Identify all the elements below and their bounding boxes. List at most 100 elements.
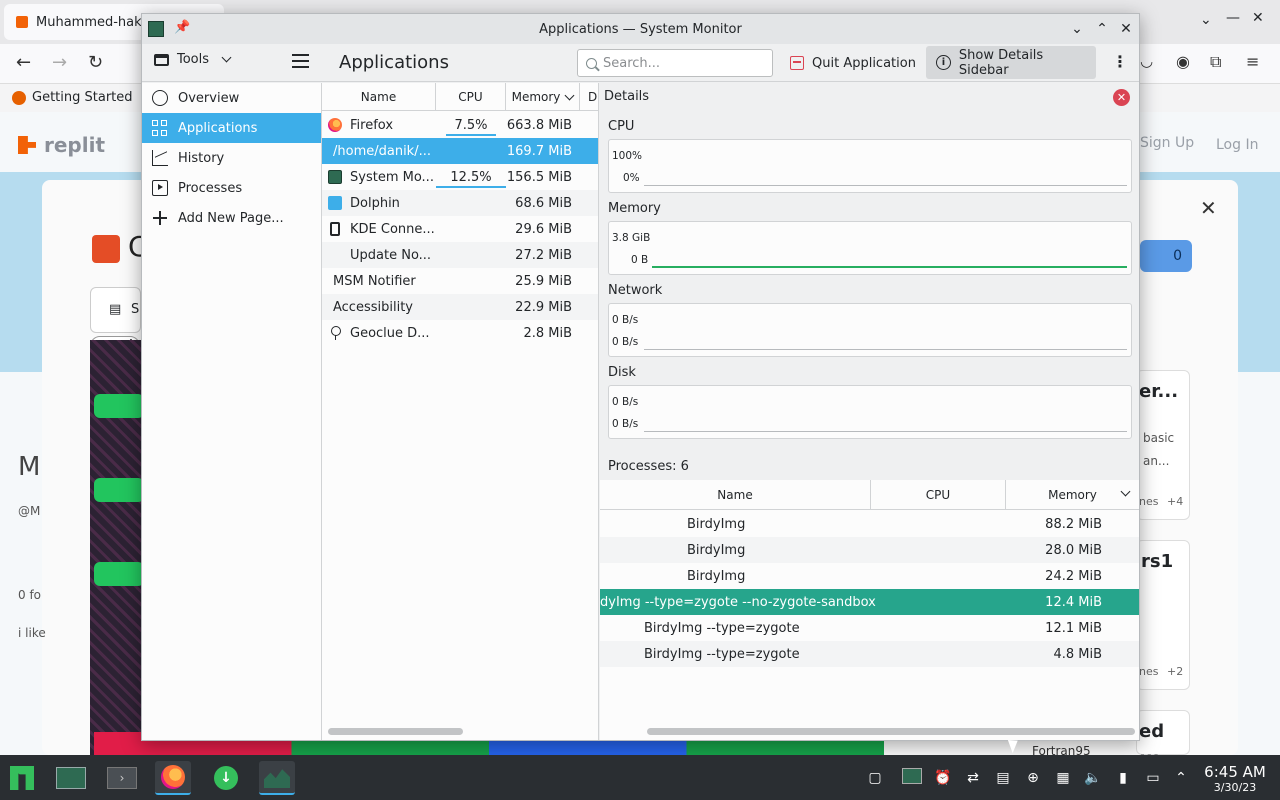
search-input[interactable] <box>603 55 763 71</box>
app-memory: 22.9 MiB <box>515 299 572 315</box>
column-header-label: Name <box>360 90 397 104</box>
tray-expand-icon[interactable]: ⌃ <box>1172 769 1190 787</box>
pocket-icon[interactable]: ◡ <box>1140 52 1153 70</box>
taskbar-desktop-1[interactable] <box>53 761 89 795</box>
sort-descending-icon <box>1120 486 1131 497</box>
log-in-button[interactable]: Log In <box>1216 137 1258 153</box>
file-tab[interactable]: ▤ S <box>90 287 141 333</box>
column-header-label: Name <box>717 488 753 502</box>
blank-app-icon <box>328 248 342 262</box>
window-titlebar[interactable]: 📌 Applications — System Monitor ⌄ ⌃ ✕ <box>142 14 1139 44</box>
sidebar-item-add-new-page[interactable]: Add New Page... <box>142 203 321 233</box>
extensions-icon[interactable]: ⧉ <box>1210 52 1221 72</box>
sidebar-item-history[interactable]: History <box>142 143 321 173</box>
clipboard-icon[interactable]: ▦ <box>1054 769 1072 787</box>
show-desktop-icon[interactable]: ▢ <box>866 769 884 787</box>
table-row[interactable]: MSM Notifier 25.9 MiB <box>322 268 598 294</box>
table-row[interactable]: Update No... 27.2 MiB <box>322 242 598 268</box>
browser-close-icon[interactable]: ✕ <box>1252 10 1264 26</box>
process-row[interactable]: BirdyImg 88.2 MiB <box>600 511 1139 537</box>
sidebar-item-processes[interactable]: Processes <box>142 173 321 203</box>
process-column-cpu[interactable]: CPU <box>871 480 1006 510</box>
more-options-icon[interactable]: ⋮ <box>1112 52 1128 71</box>
hamburger-menu-icon[interactable] <box>292 54 309 68</box>
replit-logo[interactable]: replit <box>18 133 105 157</box>
process-column-name[interactable]: Name <box>600 480 871 510</box>
quit-label: Quit Application <box>812 55 916 71</box>
repl-card[interactable]: rs1 nes +2 <box>1136 540 1190 690</box>
app-memory: 169.7 MiB <box>506 143 572 159</box>
maximize-icon[interactable]: ⌃ <box>1092 19 1112 39</box>
table-row[interactable]: System Mo... 12.5% 156.5 MiB <box>322 164 598 190</box>
network-icon[interactable]: ▭ <box>1144 769 1162 787</box>
repl-card-title: er... <box>1139 381 1179 402</box>
pager-icon[interactable] <box>902 763 922 789</box>
account-icon[interactable]: ◉ <box>1176 52 1190 71</box>
back-icon[interactable]: ← <box>16 52 31 73</box>
process-row[interactable]: BirdyImg --type=zygote 12.1 MiB <box>600 615 1139 641</box>
profile-name-fragment: M <box>18 452 41 482</box>
file-tab-label: S <box>131 302 140 317</box>
process-row[interactable]: BirdyImg 24.2 MiB <box>600 563 1139 589</box>
clock-date: 3/30/23 <box>1213 781 1257 794</box>
table-row[interactable]: Geoclue D... 2.8 MiB <box>322 320 598 346</box>
apps-horizontal-scrollbar[interactable] <box>328 728 463 735</box>
column-header-memory[interactable]: Memory <box>506 83 580 111</box>
app-launcher-button[interactable] <box>4 761 40 795</box>
process-row[interactable]: BirdyImg 28.0 MiB <box>600 537 1139 563</box>
bookmark-getting-started[interactable]: Getting Started <box>12 90 133 105</box>
pin-icon[interactable]: 📌 <box>174 20 190 35</box>
column-header-name[interactable]: Name <box>322 83 436 111</box>
disk-graph: 0 B/s 0 B/s <box>608 385 1132 439</box>
battery-icon[interactable]: ▮ <box>1114 769 1132 787</box>
sidebar-item-applications[interactable]: Applications <box>142 113 321 143</box>
clock[interactable]: 6:45 AM 3/30/23 <box>1198 763 1272 794</box>
search-field[interactable] <box>577 49 773 77</box>
forward-icon[interactable]: → <box>52 52 67 73</box>
notifications-icon[interactable]: ⏰ <box>934 769 952 787</box>
app-cpu: 7.5% <box>454 117 488 133</box>
table-row[interactable]: Firefox 7.5% 663.8 MiB <box>322 112 598 138</box>
browser-menu-icon[interactable]: ≡ <box>1246 52 1259 71</box>
window-close-icon[interactable]: ✕ <box>1116 19 1136 39</box>
browser-tab-list-icon[interactable]: ⌄ <box>1200 12 1212 28</box>
volume-icon[interactable]: 🔈 <box>1084 769 1102 787</box>
browser-minimize-icon[interactable]: — <box>1226 10 1240 26</box>
column-header-cpu[interactable]: CPU <box>436 83 506 111</box>
table-row[interactable]: KDE Conne... 29.6 MiB <box>322 216 598 242</box>
table-row[interactable]: Accessibility 22.9 MiB <box>322 294 598 320</box>
column-header-disk[interactable]: D <box>580 83 598 111</box>
taskbar-desktop-2[interactable]: › <box>104 761 140 795</box>
repl-card[interactable]: er... basic an... nes +4 <box>1136 370 1190 520</box>
app-memory: 2.8 MiB <box>523 325 572 341</box>
process-horizontal-scrollbar[interactable] <box>647 728 1135 735</box>
taskbar-firefox[interactable] <box>155 761 191 795</box>
cpu-graph-min: 0% <box>623 172 640 184</box>
sign-up-button[interactable]: Sign Up <box>1140 135 1194 151</box>
table-row[interactable]: /home/danik/... 169.7 MiB <box>322 138 598 164</box>
firefox-icon <box>328 118 342 132</box>
quit-application-button[interactable]: Quit Application <box>784 49 922 77</box>
search-icon <box>586 57 597 69</box>
sidebar-item-label: Applications <box>178 120 258 136</box>
process-column-memory[interactable]: Memory <box>1006 480 1139 510</box>
memory-graph-max: 3.8 GiB <box>612 232 651 244</box>
reload-icon[interactable]: ↻ <box>88 52 103 73</box>
details-close-icon[interactable]: ✕ <box>1113 89 1130 106</box>
memory-graph: 3.8 GiB 0 B <box>608 221 1132 275</box>
taskbar-downloader[interactable]: ↓ <box>208 761 244 795</box>
taskbar-system-monitor[interactable] <box>259 761 295 795</box>
tools-menu-button[interactable]: Tools <box>154 52 232 67</box>
process-row[interactable]: BirdyImg --type=zygote 4.8 MiB <box>600 641 1139 667</box>
modal-close-icon[interactable]: ✕ <box>1200 196 1217 220</box>
sidebar-item-overview[interactable]: Overview <box>142 83 321 113</box>
update-manager-icon[interactable]: ▤ <box>994 769 1012 787</box>
show-details-sidebar-button[interactable]: i Show Details Sidebar <box>926 46 1096 79</box>
table-row[interactable]: Dolphin 68.6 MiB <box>322 190 598 216</box>
process-row[interactable]: dyImg --type=zygote --no-zygote-sandbox … <box>600 589 1139 615</box>
update-notifier-icon[interactable]: ⊕ <box>1024 769 1042 787</box>
kde-connect-icon[interactable]: ⇄ <box>964 769 982 787</box>
repl-card[interactable]: ed ... <box>1136 710 1190 763</box>
system-monitor-app-icon[interactable] <box>148 21 164 37</box>
minimize-icon[interactable]: ⌄ <box>1067 19 1087 39</box>
